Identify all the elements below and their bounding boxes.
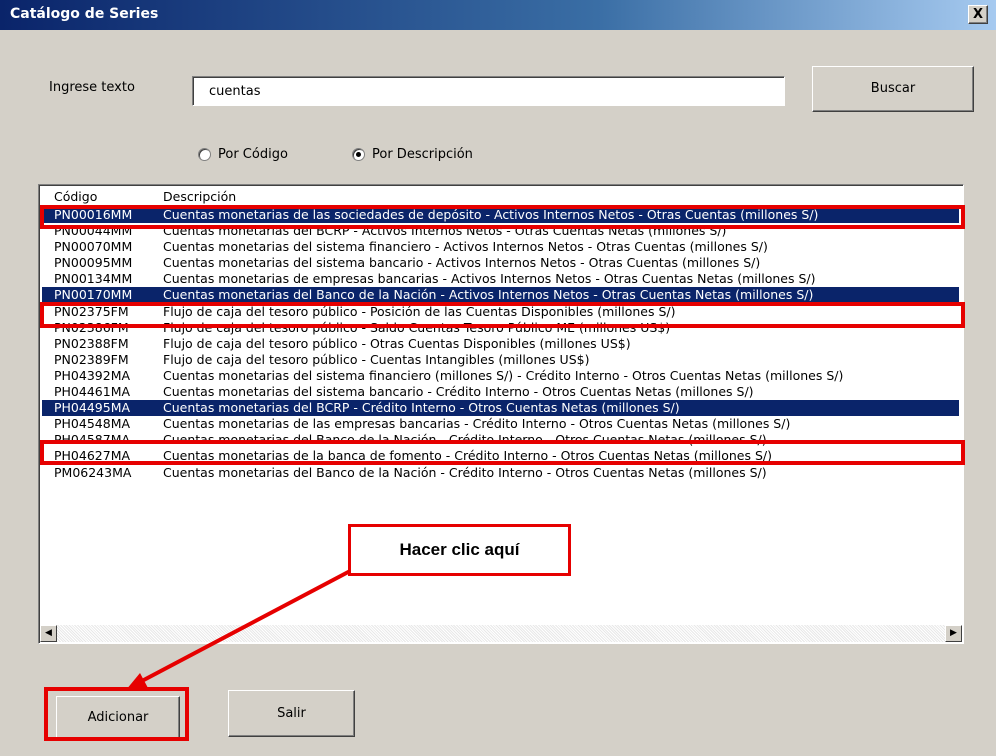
highlight-row-1 bbox=[40, 205, 965, 229]
column-header-description: Descripción bbox=[163, 189, 237, 204]
list-item-code: PH04392MA bbox=[54, 367, 131, 383]
list-item[interactable]: PH04495MA Cuentas monetarias del BCRP - C… bbox=[42, 400, 959, 417]
radio-por-codigo-label[interactable]: Por Código bbox=[218, 147, 288, 162]
list-item[interactable]: PH04461MA Cuentas monetarias del sistema … bbox=[42, 384, 959, 400]
list-item-description: Cuentas monetarias de las empresas banca… bbox=[163, 416, 791, 432]
list-item[interactable]: PH04392MA Cuentas monetarias del sistema … bbox=[42, 368, 959, 384]
list-item-description: Cuentas monetarias de empresas bancarias… bbox=[163, 271, 816, 287]
list-item[interactable]: PN02389FM Flujo de caja del tesoro públic… bbox=[42, 352, 959, 368]
list-header: Código Descripción bbox=[39, 189, 963, 204]
callout-text: Hacer clic aquí bbox=[399, 540, 520, 559]
list-item[interactable]: PN00095MM Cuentas monetarias del sistema … bbox=[42, 255, 959, 271]
radio-por-descripcion[interactable] bbox=[352, 148, 365, 161]
close-button[interactable]: X bbox=[968, 5, 988, 24]
list-item-code: PN00095MM bbox=[54, 255, 133, 271]
list-item-description: Cuentas monetarias del sistema financier… bbox=[163, 239, 768, 255]
highlight-row-2 bbox=[40, 302, 965, 328]
column-header-code: Código bbox=[54, 189, 98, 204]
radio-por-codigo[interactable] bbox=[198, 148, 211, 161]
close-icon: X bbox=[972, 7, 984, 22]
window-title: Catálogo de Series bbox=[10, 6, 159, 22]
search-button[interactable]: Buscar bbox=[812, 66, 974, 112]
list-item-code: PN02389FM bbox=[54, 351, 129, 367]
list-item-code: PM06243MA bbox=[54, 464, 132, 480]
list-item-description: Cuentas monetarias del BCRP - Crédito In… bbox=[163, 400, 680, 416]
title-bar: Catálogo de Series X bbox=[0, 0, 996, 30]
list-item-code: PH04461MA bbox=[54, 384, 131, 400]
list-item-description: Cuentas monetarias del sistema bancario … bbox=[163, 255, 761, 271]
list-item[interactable]: PN00070MM Cuentas monetarias del sistema … bbox=[42, 239, 959, 255]
list-item[interactable]: PN00134MM Cuentas monetarias de empresas … bbox=[42, 271, 959, 287]
arrow-left-icon[interactable]: ◀ bbox=[40, 625, 57, 642]
horizontal-scrollbar[interactable]: ◀ ▶ bbox=[40, 625, 962, 642]
list-item-description: Flujo de caja del tesoro público - Cuent… bbox=[163, 351, 590, 367]
exit-button[interactable]: Salir bbox=[228, 690, 355, 737]
radio-por-descripcion-label[interactable]: Por Descripción bbox=[372, 147, 473, 162]
list-item-description: Flujo de caja del tesoro público - Otras… bbox=[163, 335, 631, 351]
list-item-description: Cuentas monetarias del sistema financier… bbox=[163, 367, 844, 383]
list-item-code: PH04548MA bbox=[54, 416, 131, 432]
list-item-code: PH04495MA bbox=[54, 400, 131, 416]
list-item-code: PN00134MM bbox=[54, 271, 133, 287]
callout-box: Hacer clic aquí bbox=[348, 524, 571, 576]
search-label: Ingrese texto bbox=[49, 80, 135, 95]
highlight-add-button bbox=[44, 687, 189, 741]
exit-button-label: Salir bbox=[277, 706, 306, 721]
list-item-description: Cuentas monetarias del sistema bancario … bbox=[163, 384, 754, 400]
list-item[interactable]: PH04548MA Cuentas monetarias de las empre… bbox=[42, 416, 959, 432]
search-input[interactable]: cuentas bbox=[192, 76, 785, 106]
list-item-code: PN00070MM bbox=[54, 239, 133, 255]
list-item-code: PN02388FM bbox=[54, 335, 129, 351]
list-item-description: Cuentas monetarias del Banco de la Nació… bbox=[163, 464, 767, 480]
list-item[interactable]: PN02388FM Flujo de caja del tesoro públic… bbox=[42, 336, 959, 352]
list-item[interactable]: PM06243MA Cuentas monetarias del Banco de… bbox=[42, 465, 959, 481]
search-button-label: Buscar bbox=[870, 81, 916, 96]
radio-selected-dot bbox=[356, 152, 361, 157]
arrow-right-icon[interactable]: ▶ bbox=[945, 625, 962, 642]
highlight-row-3 bbox=[40, 440, 965, 465]
